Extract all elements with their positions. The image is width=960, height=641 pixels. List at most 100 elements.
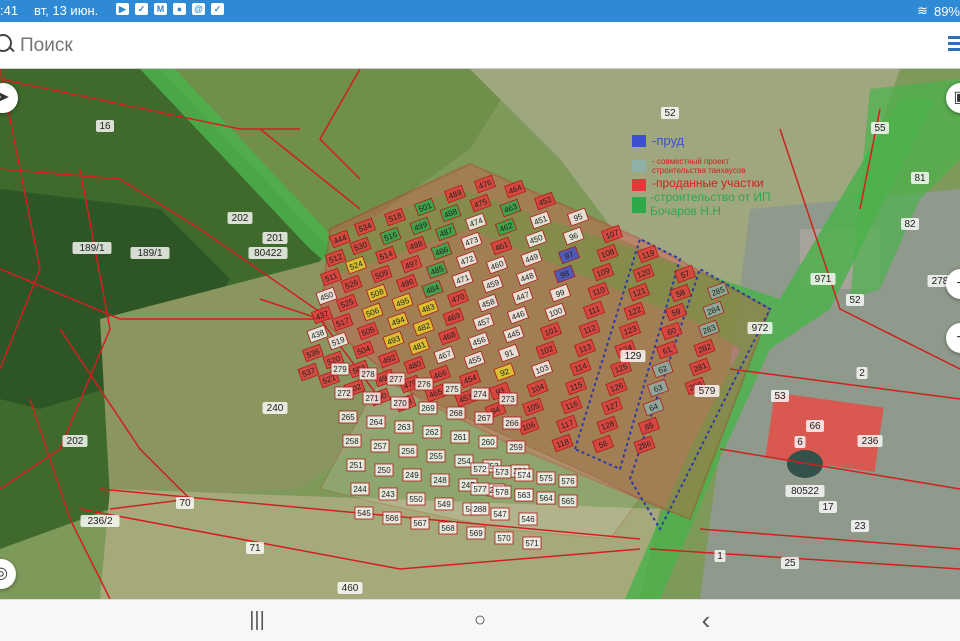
parcel-number: 261	[453, 433, 467, 442]
parcel[interactable]: 568	[438, 521, 458, 535]
parcel[interactable]: 249	[402, 468, 422, 482]
map-label: 2	[859, 368, 865, 379]
map-label: 16	[99, 121, 111, 132]
parcel-number: 248	[433, 476, 447, 485]
parcel[interactable]: 243	[378, 487, 398, 501]
map-label: 55	[874, 123, 886, 134]
parcel-number: 250	[377, 466, 391, 475]
map-label: 972	[752, 323, 769, 334]
parcel[interactable]: 268	[446, 406, 466, 420]
parcel[interactable]: 255	[426, 449, 446, 463]
parcel[interactable]: 257	[370, 439, 390, 453]
parcel-number: 268	[449, 409, 463, 418]
parcel[interactable]: 571	[522, 536, 542, 550]
parcel-number: 568	[441, 524, 455, 533]
mail-icon: M	[154, 3, 167, 15]
map-label: 236/2	[87, 516, 112, 527]
parcel[interactable]: 275	[442, 382, 462, 396]
map-label: 1	[717, 551, 723, 562]
legend-build-label: -строительство от ИП Бочаров Н.Н	[650, 190, 771, 218]
parcel[interactable]: 277	[386, 372, 406, 386]
parcel[interactable]: 254	[454, 454, 474, 468]
menu-icon[interactable]	[948, 36, 960, 52]
parcel[interactable]: 546	[518, 512, 538, 526]
parcel[interactable]: 250	[374, 463, 394, 477]
parcel[interactable]: 278	[358, 367, 378, 381]
parcel[interactable]: 244	[350, 482, 370, 496]
parcel[interactable]: 547	[490, 507, 510, 521]
map-label: 17	[822, 502, 834, 513]
parcel[interactable]: 563	[514, 488, 534, 502]
map-label: 579	[699, 386, 716, 397]
map-canvas[interactable]: 4445125114504374385365375345305245265255…	[0, 69, 960, 599]
map-view[interactable]: 444 512 511 450 437 438 536 537 534 530 524 526 525 5…	[0, 69, 960, 599]
legend-sold-label: -проданные участки	[652, 176, 764, 190]
search-icon[interactable]	[0, 34, 12, 52]
parcel[interactable]: 248	[430, 473, 450, 487]
map-label: 202	[67, 436, 84, 447]
parcel[interactable]: 564	[536, 491, 556, 505]
parcel[interactable]: 267	[474, 411, 494, 425]
parcel-number: 565	[561, 497, 575, 506]
parcel[interactable]: 569	[466, 526, 486, 540]
parcel-number: 264	[369, 418, 383, 427]
status-right: ≋ 89%	[917, 3, 960, 19]
parcel[interactable]: 262	[422, 425, 442, 439]
back-button[interactable]: ‹	[686, 606, 726, 634]
search-input[interactable]	[18, 30, 902, 62]
map-label: 202	[232, 213, 249, 224]
parcel[interactable]: 550	[406, 492, 426, 506]
map-label: 971	[815, 274, 832, 285]
parcel[interactable]: 545	[354, 506, 374, 520]
parcel[interactable]: 578	[492, 485, 512, 499]
parcel[interactable]: 251	[346, 458, 366, 472]
parcel[interactable]: 572	[470, 462, 490, 476]
parcel-number: 567	[413, 519, 427, 528]
parcel[interactable]: 549	[434, 497, 454, 511]
parcel[interactable]: 263	[394, 420, 414, 434]
parcel[interactable]: 264	[366, 415, 386, 429]
parcel[interactable]: 273	[498, 392, 518, 406]
legend-pond-label: -пруд	[652, 133, 685, 148]
parcel-number: 262	[425, 428, 439, 437]
parcel[interactable]: 261	[450, 430, 470, 444]
parcel[interactable]: 258	[342, 434, 362, 448]
map-label: 52	[664, 108, 676, 119]
parcel[interactable]: 576	[558, 474, 578, 488]
parcel[interactable]: 288	[470, 502, 490, 516]
parcel[interactable]: 570	[494, 531, 514, 545]
map-label: 236	[862, 436, 879, 447]
parcel[interactable]: 577	[470, 482, 490, 496]
parcel-number: 566	[385, 514, 399, 523]
parcel[interactable]: 279	[330, 362, 350, 376]
map-label: 201	[267, 233, 284, 244]
parcel-number: 279	[333, 365, 347, 374]
parcel[interactable]: 271	[362, 391, 382, 405]
parcel-number: 273	[501, 395, 515, 404]
parcel[interactable]: 269	[418, 401, 438, 415]
parcel-number: 251	[349, 461, 363, 470]
parcel[interactable]: 274	[470, 387, 490, 401]
map-label: 460	[342, 583, 359, 594]
parcel-number: 570	[497, 534, 511, 543]
parcel[interactable]: 259	[506, 440, 526, 454]
parcel[interactable]: 260	[478, 435, 498, 449]
parcel[interactable]: 575	[536, 471, 556, 485]
home-button[interactable]: ○	[460, 606, 500, 634]
parcel[interactable]: 266	[502, 416, 522, 430]
parcel-number: 563	[517, 491, 531, 500]
parcel[interactable]: 574	[514, 468, 534, 482]
parcel[interactable]: 566	[382, 511, 402, 525]
parcel[interactable]: 272	[334, 386, 354, 400]
youtube-icon: ▶	[116, 3, 129, 15]
parcel[interactable]: 276	[414, 377, 434, 391]
map-label: 81	[914, 173, 926, 184]
parcel[interactable]: 270	[390, 396, 410, 410]
parcel[interactable]: 567	[410, 516, 430, 530]
parcel-number: 255	[429, 452, 443, 461]
parcel[interactable]: 256	[398, 444, 418, 458]
parcel[interactable]: 265	[338, 410, 358, 424]
recents-button[interactable]: |||	[237, 606, 277, 634]
parcel[interactable]: 565	[558, 494, 578, 508]
parcel[interactable]: 573	[492, 465, 512, 479]
